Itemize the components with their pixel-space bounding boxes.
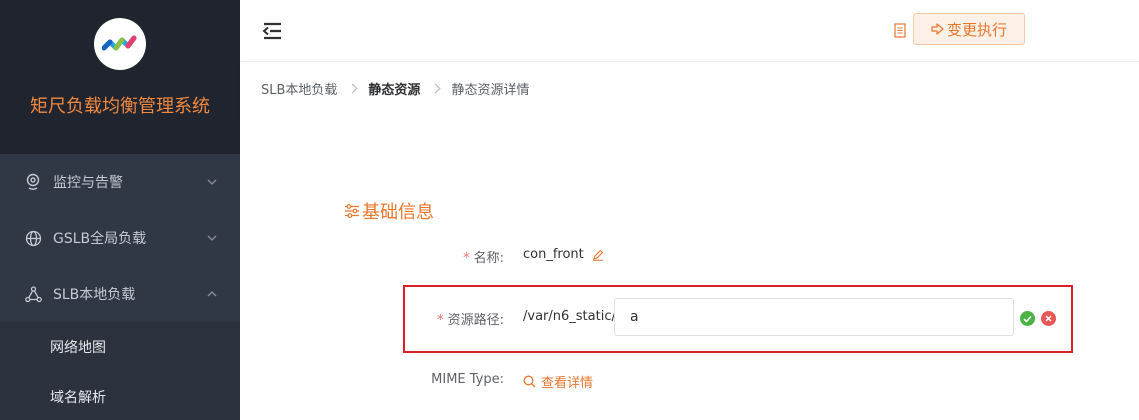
- sidebar-subitem-label: 网络地图: [50, 340, 106, 356]
- chevron-up-icon: [207, 291, 217, 297]
- required-asterisk: *: [437, 313, 444, 328]
- breadcrumb-item-current: 静态资源详情: [451, 82, 530, 98]
- brand-area: 矩尺负载均衡管理系统: [0, 0, 240, 154]
- change-execute-label: 变更执行: [946, 20, 1007, 39]
- sidebar: 矩尺负载均衡管理系统 监控与告警 GSLB全局负载 SLB本地负载 网络地图 域…: [0, 0, 240, 420]
- sidebar-item-slb[interactable]: SLB本地负载: [0, 266, 240, 322]
- sidebar-item-gslb[interactable]: GSLB全局负载: [0, 210, 240, 266]
- collapse-menu-icon[interactable]: [262, 22, 282, 40]
- top-header: 变更执行: [240, 0, 1139, 62]
- globe-icon: [24, 229, 42, 247]
- resource-path-input[interactable]: [614, 298, 1014, 336]
- main-content: 基础信息 * 名称: con_front * 资源路径: /var/n6_stati…: [240, 114, 1139, 420]
- chevron-down-icon: [207, 179, 217, 185]
- view-details-label: 查看详情: [541, 376, 594, 391]
- sliders-icon: [345, 204, 359, 218]
- name-value: con_front: [523, 247, 604, 262]
- share-nodes-icon: [24, 285, 42, 303]
- breadcrumb: SLB本地负载 静态资源 静态资源详情: [240, 62, 1139, 114]
- cancel-close-icon[interactable]: [1041, 311, 1056, 326]
- resource-path-label-text: 资源路径:: [447, 313, 504, 328]
- sidebar-item-label: 监控与告警: [53, 175, 123, 191]
- view-details-link[interactable]: 查看详情: [523, 372, 593, 391]
- name-label-text: 名称:: [473, 251, 504, 266]
- chevron-down-icon: [207, 235, 217, 241]
- confirm-check-icon[interactable]: [1020, 311, 1035, 326]
- name-label: * 名称:: [420, 247, 504, 266]
- sidebar-subitem-dns[interactable]: 域名解析: [0, 372, 240, 420]
- breadcrumb-item-static-resources[interactable]: 静态资源: [368, 79, 420, 98]
- sidebar-item-monitoring[interactable]: 监控与告警: [0, 154, 240, 210]
- change-execute-button[interactable]: 变更执行: [913, 13, 1025, 45]
- edit-icon[interactable]: [592, 249, 604, 261]
- sign-in-arrow-icon: [931, 23, 944, 35]
- mime-type-label: MIME Type:: [431, 372, 504, 387]
- section-title-text: 基础信息: [362, 202, 434, 223]
- app-title: 矩尺负载均衡管理系统: [30, 96, 210, 117]
- sidebar-subitem-network-map[interactable]: 网络地图: [0, 322, 240, 372]
- location-pin-icon: [24, 173, 42, 191]
- chevron-right-icon: [347, 83, 358, 93]
- resource-path-label: * 资源路径:: [390, 309, 504, 328]
- section-title: 基础信息: [344, 198, 434, 224]
- chevron-right-icon: [430, 83, 441, 93]
- required-asterisk: *: [463, 251, 470, 266]
- breadcrumb-item-slb[interactable]: SLB本地负载: [261, 79, 337, 98]
- search-icon: [523, 375, 536, 388]
- document-icon[interactable]: [894, 23, 906, 38]
- sidebar-item-label: GSLB全局负载: [53, 231, 147, 247]
- sidebar-item-label: SLB本地负载: [53, 287, 136, 303]
- app-logo: [94, 18, 146, 70]
- resource-path-prefix: /var/n6_static/: [523, 309, 616, 324]
- name-value-text: con_front: [523, 247, 584, 262]
- sidebar-subitem-label: 域名解析: [50, 390, 106, 406]
